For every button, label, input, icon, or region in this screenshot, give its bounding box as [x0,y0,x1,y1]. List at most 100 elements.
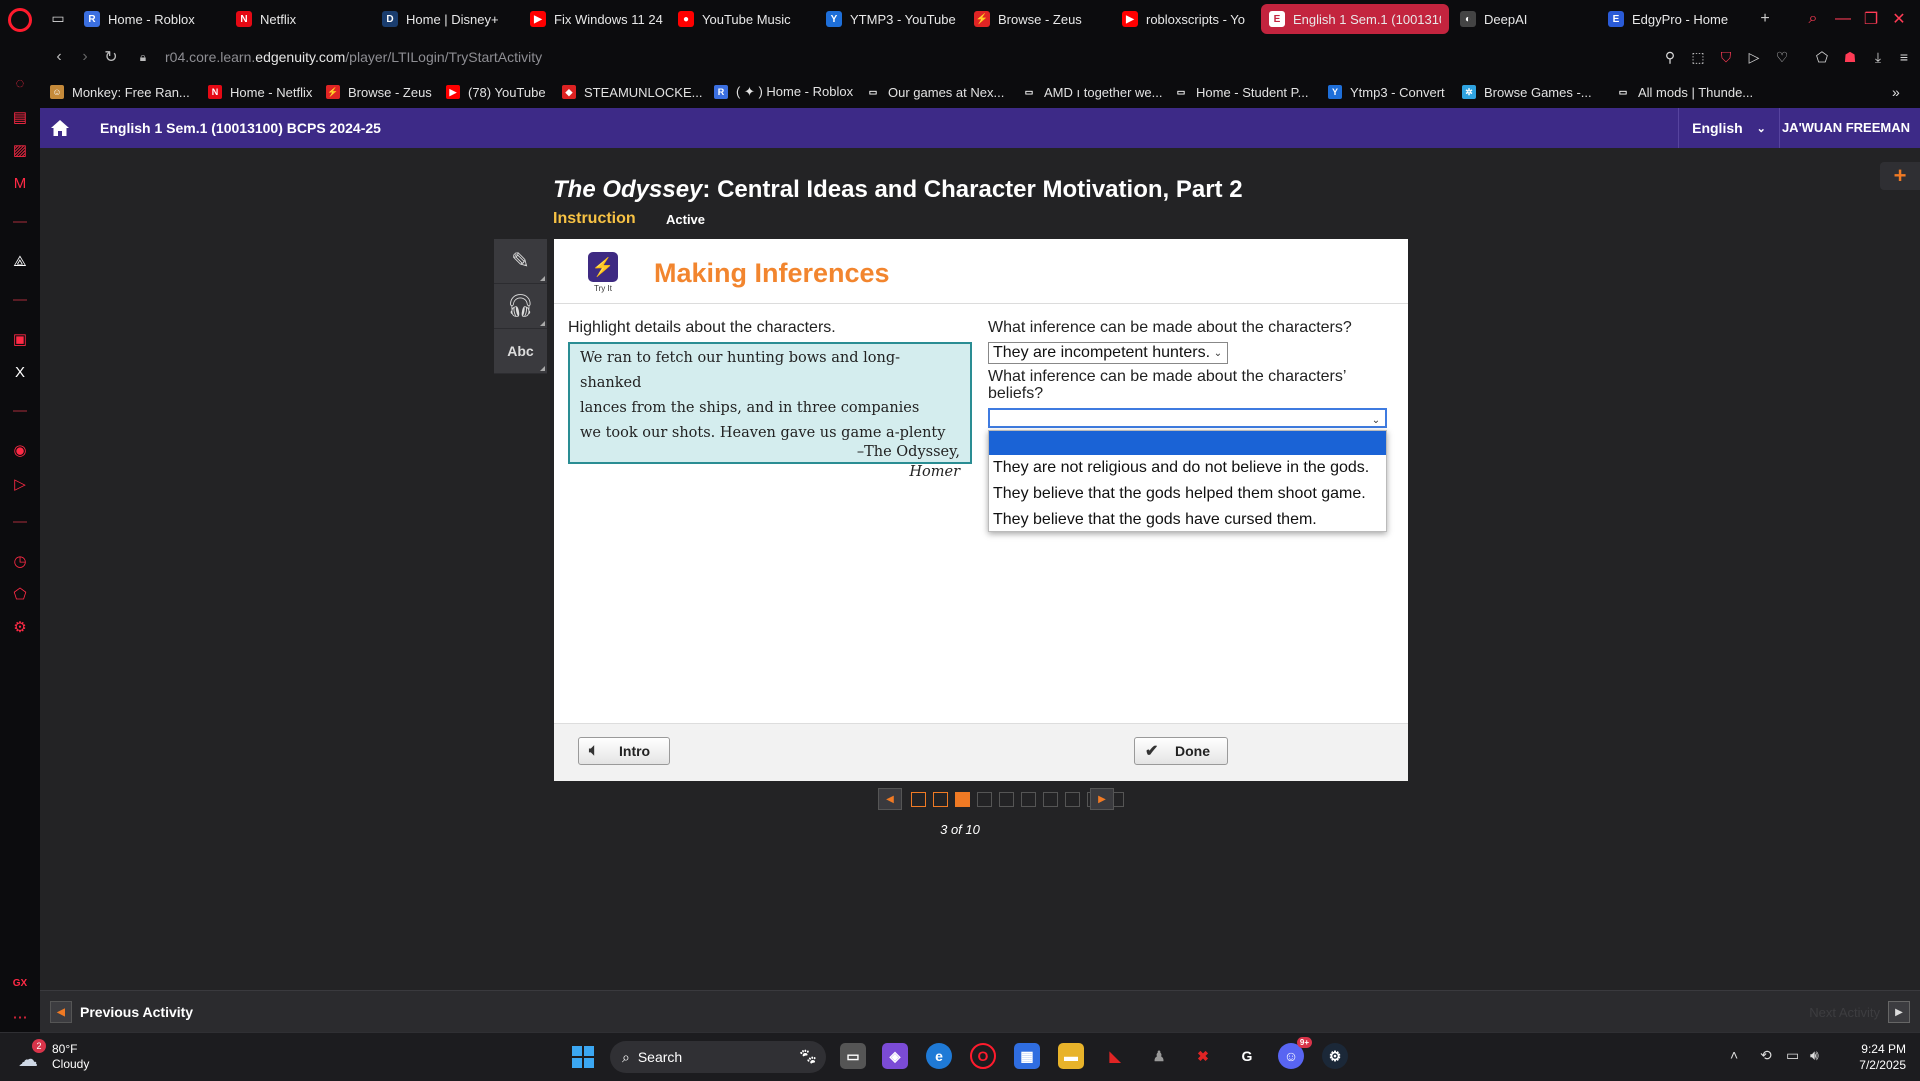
page-box-1[interactable] [911,792,926,807]
store-icon[interactable]: ▦ [1014,1043,1040,1069]
close-icon[interactable]: ✕ [1886,6,1912,32]
bookmark-thunderstore[interactable]: ▭ All mods | Thunde... [1616,82,1753,102]
language-select[interactable]: English ⌄ [1678,108,1780,148]
weather-widget[interactable]: ☁ 2 80°F Cloudy [18,1039,89,1073]
tab-disney[interactable]: D Home | Disney+ [382,4,522,34]
dictionary-icon[interactable]: Abc [494,329,547,374]
red-app-icon[interactable]: ◣ [1102,1043,1128,1069]
next-activity-button[interactable]: Next Activity ▶ [1809,1000,1910,1024]
minimize-icon[interactable]: — [1830,6,1856,32]
pencil-icon[interactable]: ✎ [494,239,547,284]
bookmark-zeus[interactable]: ⚡ Browse - Zeus [326,82,432,102]
next-page-icon[interactable]: ▶ [1090,788,1114,810]
plus-icon[interactable]: + [1880,162,1920,190]
clock[interactable]: 9:24 PM 7/2/2025 [1859,1041,1906,1073]
dropdown-option[interactable]: They believe that the gods helped them s… [989,481,1386,507]
opera-logo-icon[interactable] [8,8,32,32]
extension-icon[interactable]: ⬠ [1812,47,1832,67]
previous-page-icon[interactable]: ◀ [878,788,902,810]
history-icon[interactable]: ◷ [10,551,30,571]
page-box-5[interactable] [999,792,1014,807]
bookmark-netflix[interactable]: N Home - Netflix [208,82,312,102]
more-icon[interactable]: ⋯ [10,1007,30,1027]
extensions-icon[interactable]: ⬠ [10,584,30,604]
tab-menu-icon[interactable]: ▭ [48,8,68,28]
flow-icon[interactable]: ▷ [10,474,30,494]
gx-icon[interactable]: GX [10,973,30,993]
figure-icon[interactable]: ♟ [1146,1043,1172,1069]
gmail-icon[interactable]: M [10,173,30,193]
search-tabs-icon[interactable]: ⌕ [1800,6,1826,32]
tab-youtube-music[interactable]: ● YouTube Music [678,4,818,34]
tab-robloxscripts[interactable]: ▶ robloxscripts - Yo [1122,4,1262,34]
volume-icon[interactable]: 🔊︎ [1810,1047,1819,1064]
page-box-4[interactable] [977,792,992,807]
previous-activity-button[interactable]: ◀ Previous Activity [50,1000,193,1024]
heart-icon[interactable]: ♡ [1772,47,1792,67]
url-field[interactable]: r04.core.learn.edgenuity.com/player/LTIL… [165,49,542,65]
bookmark-roblox[interactable]: R( ✦ ) Home - Roblox [714,82,853,102]
question-2-select[interactable]: ⌄ [988,408,1387,428]
network-icon[interactable]: ▭ [1786,1047,1799,1064]
home-icon[interactable] [50,118,70,138]
question-1-select[interactable]: They are incompetent hunters. ⌄ [988,342,1228,364]
reload-icon[interactable]: ↻ [100,46,122,68]
tab-ytmp3[interactable]: Y YTMP3 - YouTube [826,4,966,34]
x-app-icon[interactable]: ✖ [1190,1043,1216,1069]
discord-icon[interactable]: ☺ 9+ [1278,1037,1312,1069]
passage-line[interactable]: We ran to fetch our hunting bows and lon… [580,346,960,396]
dropdown-option-blank[interactable] [989,431,1386,455]
ticket-icon[interactable]: ▨ [10,140,30,160]
shield-icon[interactable]: ⛉ [1716,47,1736,67]
bookmark-youtube[interactable]: ▶ (78) YouTube [446,82,546,102]
intro-button[interactable]: 🔈︎ Intro [578,737,670,765]
download-icon[interactable]: ⤓ [1868,47,1888,67]
bookmarks-overflow-icon[interactable]: » [1892,82,1900,102]
page-box-8[interactable] [1065,792,1080,807]
bookmark-amd[interactable]: ▭ AMD ı together we... [1022,82,1163,102]
page-box-3[interactable] [955,792,970,807]
page-box-2[interactable] [933,792,948,807]
user-name[interactable]: JA'WUAN FREEMAN [1782,120,1910,135]
aria-icon[interactable]: ◌ [10,73,30,93]
dropdown-option[interactable]: They believe that the gods have cursed t… [989,507,1386,533]
snapshot-icon[interactable]: ⬚ [1688,47,1708,67]
g-app-icon[interactable]: G [1234,1043,1260,1069]
player-icon[interactable]: ◉ [10,440,30,460]
opera-gx-icon[interactable]: O [970,1043,996,1069]
windows-start-icon[interactable] [572,1046,594,1068]
copilot-icon[interactable]: ◈ [882,1043,908,1069]
bookmark-monkey[interactable]: ☺ Monkey: Free Ran... [50,82,190,102]
tab-netflix[interactable]: N Netflix [236,4,336,34]
bookmark-ytmp3[interactable]: Y Ytmp3 - Convert [1328,82,1445,102]
headphones-icon[interactable]: 🎧︎ [494,284,547,329]
tab-home-roblox[interactable]: R Home - Roblox [84,4,224,34]
chevron-up-icon[interactable]: ˄ [1730,1047,1738,1063]
page-box-6[interactable] [1021,792,1036,807]
tab-edgypro[interactable]: E EdgyPro - Home [1608,4,1748,34]
profile-icon[interactable]: ☗ [1840,47,1860,67]
restore-icon[interactable]: ❐ [1858,6,1884,32]
play-icon[interactable]: ▷ [1744,47,1764,67]
done-button[interactable]: ✔ Done [1134,737,1228,765]
menu-icon[interactable]: ≡ [1894,47,1914,67]
back-icon[interactable]: ‹ [48,46,70,68]
dropdown-option[interactable]: They are not religious and do not believ… [989,455,1386,481]
x-icon[interactable]: X [10,362,30,382]
twitch-icon[interactable]: ▣ [10,329,30,349]
workspaces-icon[interactable]: ▤ [10,107,30,127]
bookmark-browse-games[interactable]: ✲ Browse Games -... [1462,82,1592,102]
task-view-icon[interactable]: ▭ [840,1043,866,1069]
tab-deepai[interactable]: ◐ DeepAI [1460,4,1580,34]
forward-icon[interactable]: › [74,46,96,68]
steam-icon[interactable]: ⚙ [1322,1043,1348,1069]
bookmark-student-portal[interactable]: ▭ Home - Student P... [1174,82,1309,102]
edge-icon[interactable]: e [926,1043,952,1069]
pin-icon[interactable]: ⚲ [1660,47,1680,67]
taskbar-search[interactable]: ⌕ Search 🐾︎ [610,1041,826,1073]
bookmark-nexus[interactable]: ▭ Our games at Nex... [866,82,1005,102]
tab-english-active[interactable]: E English 1 Sem.1 (1001310 [1261,4,1449,34]
passage-line[interactable]: lances from the ships, and in three comp… [580,396,960,421]
sync-icon[interactable]: ⟲ [1760,1047,1772,1064]
new-tab-icon[interactable]: + [1752,6,1778,32]
